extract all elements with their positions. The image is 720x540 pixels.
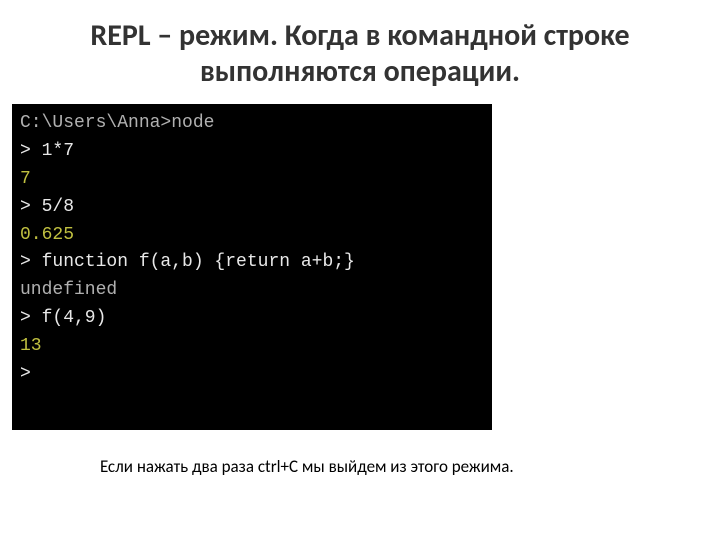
terminal-line: 0.625: [20, 222, 484, 250]
terminal-text: > function f(a,b) {return a+b;}: [20, 252, 355, 272]
terminal-text: 0.625: [20, 225, 74, 245]
terminal-line: C:\Users\Anna>node: [20, 110, 484, 138]
terminal-text: 13: [20, 336, 42, 356]
terminal-text: C:\Users\Anna>node: [20, 113, 214, 133]
terminal-line: 7: [20, 166, 484, 194]
slide-title: REPL – режим. Когда в командной строке в…: [40, 18, 680, 90]
terminal-line: > 1*7: [20, 138, 484, 166]
terminal-screenshot: C:\Users\Anna>node > 1*7 7 > 5/8 0.625 > func…: [12, 104, 492, 430]
terminal-line: undefined: [20, 277, 484, 305]
slide-caption: Если нажать два раза ctrl+C мы выйдем из…: [100, 456, 540, 477]
terminal-text: 7: [20, 169, 31, 189]
terminal-text: > 5/8: [20, 197, 74, 217]
terminal-line: >: [20, 361, 484, 389]
terminal-text: > f(4,9): [20, 308, 106, 328]
terminal-text: >: [20, 364, 31, 384]
terminal-line: > 5/8: [20, 194, 484, 222]
terminal-text: undefined: [20, 280, 117, 300]
terminal-line: 13: [20, 333, 484, 361]
terminal-line: > function f(a,b) {return a+b;}: [20, 249, 484, 277]
terminal-text: > 1*7: [20, 141, 74, 161]
terminal-line: > f(4,9): [20, 305, 484, 333]
